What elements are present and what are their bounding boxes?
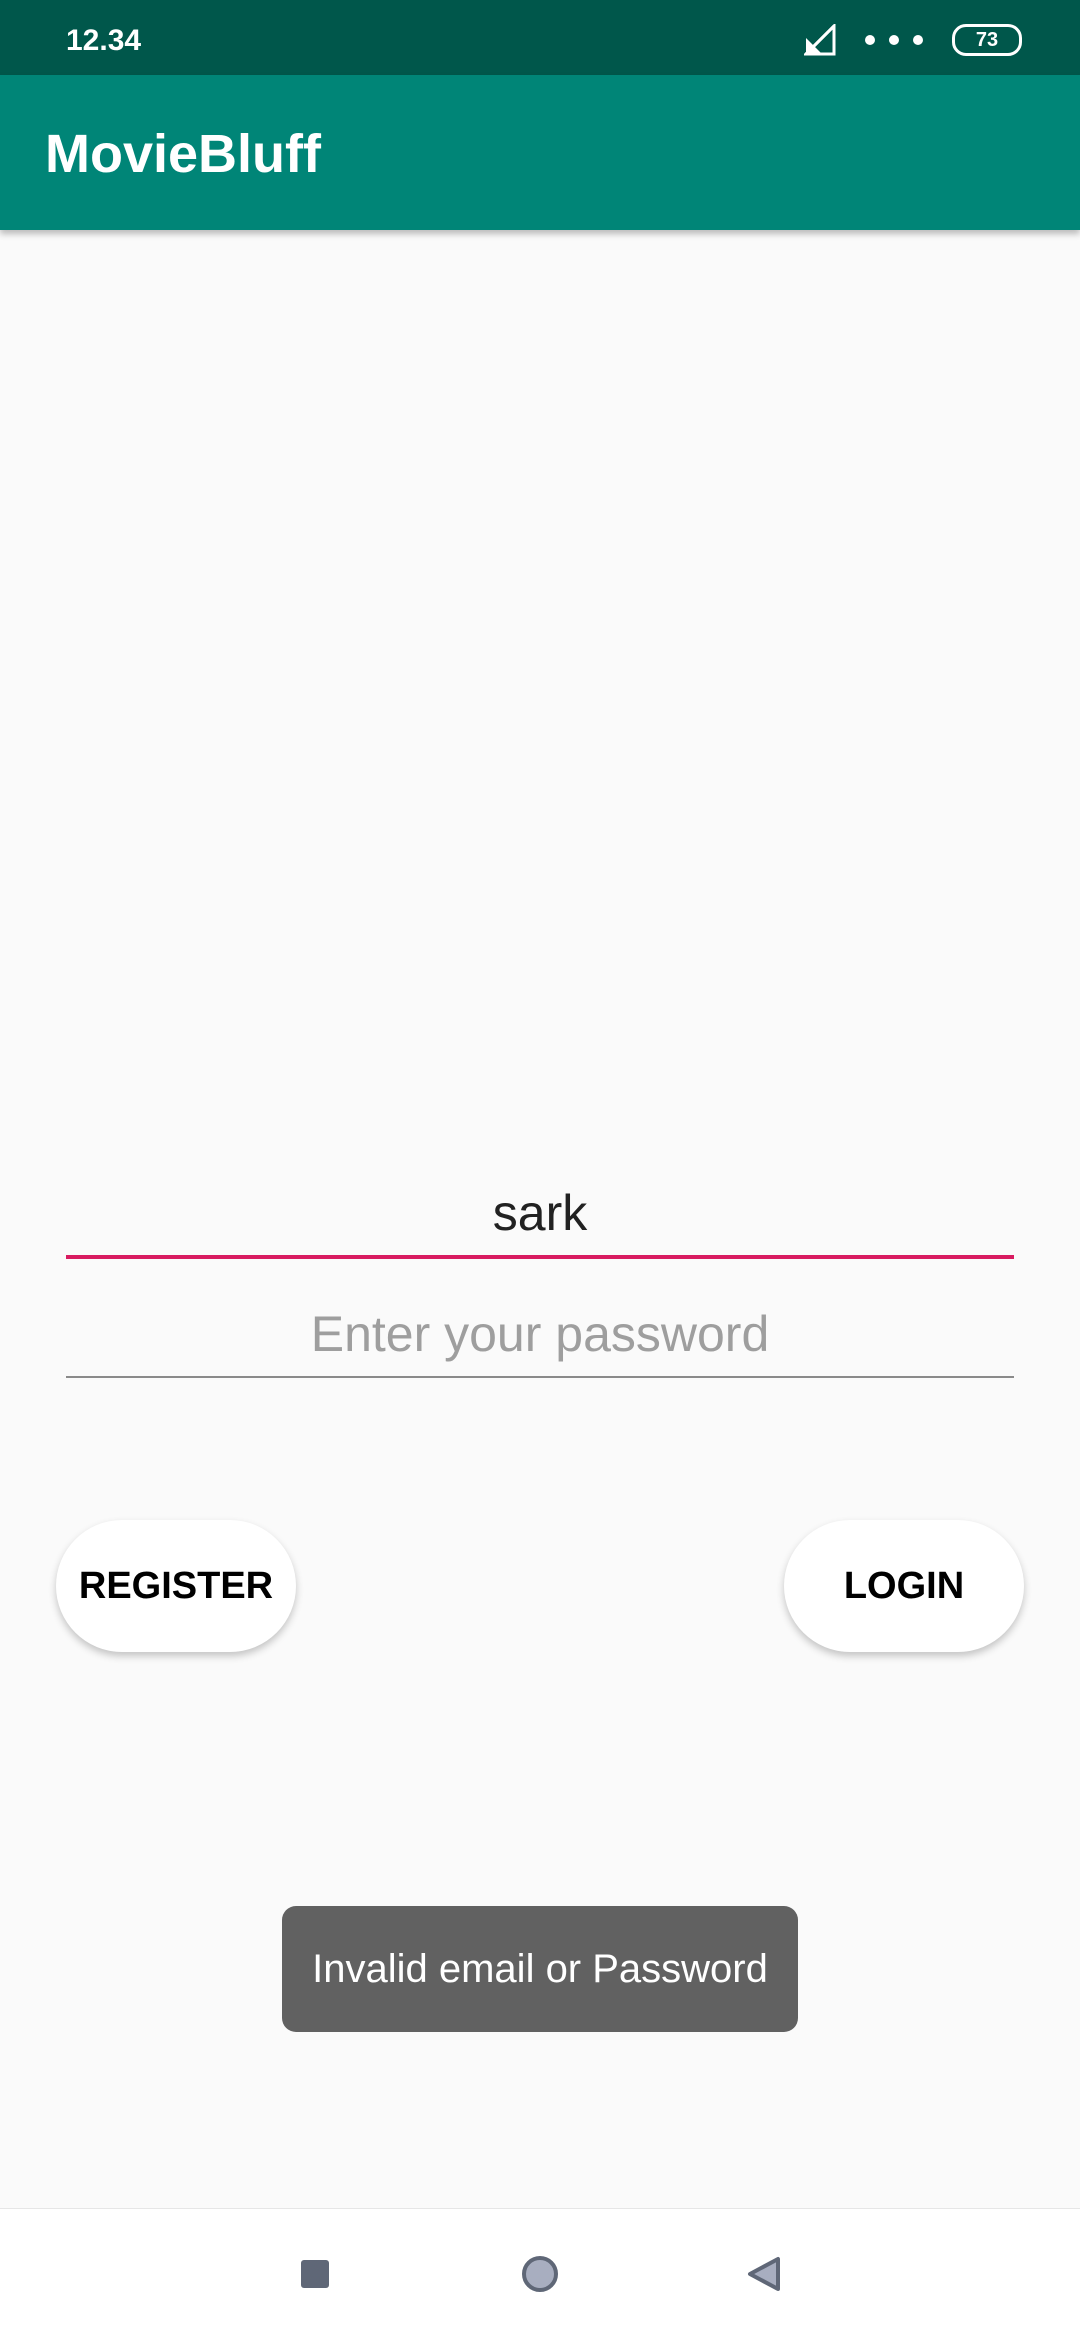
circle-icon[interactable] bbox=[515, 2249, 565, 2299]
signal-off-icon bbox=[804, 24, 836, 56]
login-button[interactable]: LOGIN bbox=[784, 1520, 1024, 1652]
error-toast: Invalid email or Password bbox=[282, 1906, 798, 2032]
email-field-container bbox=[66, 1175, 1014, 1259]
toast-message: Invalid email or Password bbox=[312, 1946, 768, 1991]
triangle-back-icon[interactable] bbox=[740, 2249, 790, 2299]
more-dots-icon bbox=[858, 35, 930, 45]
app-title: MovieBluff bbox=[45, 124, 321, 184]
status-bar: 12.34 73 bbox=[0, 0, 1080, 75]
square-icon[interactable] bbox=[290, 2249, 340, 2299]
status-time: 12.34 bbox=[66, 24, 142, 57]
app-bar: MovieBluff bbox=[0, 75, 1080, 230]
battery-icon: 73 bbox=[952, 24, 1022, 56]
register-button[interactable]: REGISTER bbox=[56, 1520, 296, 1652]
status-icons: 73 bbox=[804, 22, 1022, 58]
email-field[interactable] bbox=[66, 1175, 1014, 1251]
navigation-bar bbox=[0, 2208, 1080, 2341]
password-field-container bbox=[66, 1296, 1014, 1378]
password-field[interactable] bbox=[66, 1296, 1014, 1372]
